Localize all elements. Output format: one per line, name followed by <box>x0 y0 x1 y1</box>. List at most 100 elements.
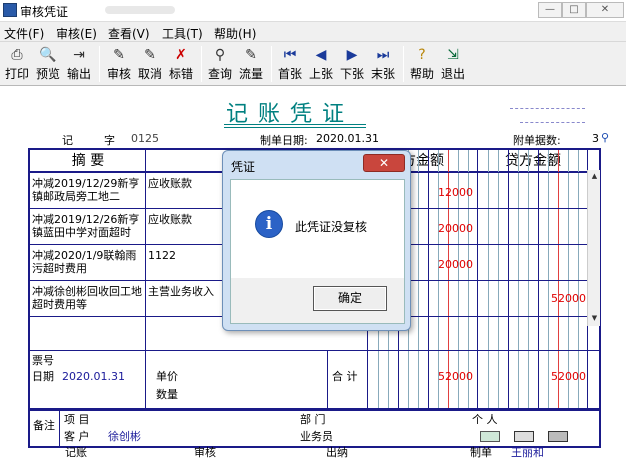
menu-tools[interactable]: 工具(T) <box>162 25 203 42</box>
ticket-label: 票号 <box>32 354 54 367</box>
query-button[interactable]: ⚲ 查询 <box>205 45 235 83</box>
dashed-line <box>520 122 585 123</box>
row-4-credit[interactable]: 52000 <box>551 292 586 305</box>
title-underline <box>224 127 366 128</box>
dialog-title: 凭证 <box>231 160 256 174</box>
row-2-summary[interactable]: 冲减2019/12/26新亨镇蓝田中学对面超时 <box>32 213 144 239</box>
dashed-line <box>510 108 585 109</box>
row-1-summary[interactable]: 冲减2019/12/29新亨镇邮政局旁工地二 <box>32 177 144 203</box>
row-3-debit[interactable]: 20000 <box>438 258 473 271</box>
row-3-summary[interactable]: 冲减2020/1/9联翰雨污超时费用 <box>32 249 144 275</box>
total-divider <box>327 350 328 408</box>
dialog-button-bar: 确定 <box>231 278 404 323</box>
dialog-body: i 此凭证没复核 确定 <box>230 179 405 324</box>
row-2-debit[interactable]: 20000 <box>438 222 473 235</box>
blurred-title-region <box>105 6 175 14</box>
menu-audit[interactable]: 审核(E) <box>56 25 97 42</box>
dept-label: 部 门 <box>300 413 326 426</box>
remark-label: 备注 <box>33 419 55 432</box>
row-divider <box>30 350 599 351</box>
toolbar-separator <box>99 46 100 82</box>
quantity-label: 数量 <box>156 388 178 401</box>
scroll-down-arrow-icon[interactable]: ▼ <box>589 313 600 324</box>
toolbar-separator <box>403 46 404 82</box>
row-2-account[interactable]: 应收账款 <box>148 213 192 226</box>
title-bar: 审核凭证 — □ ✕ <box>0 0 626 22</box>
print-button[interactable]: ⎙ 打印 <box>2 45 32 83</box>
help-button[interactable]: ? 帮助 <box>407 45 437 83</box>
grid-scrollbar[interactable]: ▲ ▼ <box>587 170 600 326</box>
attach-label: 附单据数: <box>513 134 561 147</box>
remark-section: 备注 项 目 客 户 徐创彬 部 门 业务员 个 人 <box>28 410 601 448</box>
customer-label: 客 户 <box>64 430 90 443</box>
voucher-char-label: 字 <box>104 134 115 147</box>
pen-document-icon: ✎ <box>245 47 257 63</box>
error-mark-icon: ✗ <box>175 47 187 63</box>
project-label: 项 目 <box>64 413 90 426</box>
first-arrow-icon: ⏮ <box>283 47 297 63</box>
row-1-debit[interactable]: 12000 <box>438 186 473 199</box>
info-icon: i <box>255 210 283 238</box>
audit-button[interactable]: ✎ 审核 <box>104 45 134 83</box>
unit-price-label: 单价 <box>156 370 178 383</box>
mark-error-button[interactable]: ✗ 标错 <box>166 45 196 83</box>
calculator-icon[interactable] <box>514 431 534 442</box>
binoculars-icon: ⚲ <box>214 47 226 63</box>
toolbar-separator <box>271 46 272 82</box>
scroll-up-arrow-icon[interactable]: ▲ <box>589 171 600 182</box>
row-3-account[interactable]: 1122 <box>148 249 176 262</box>
dialog-close-button[interactable]: ✕ <box>363 154 405 172</box>
exit-button[interactable]: ⇲ 退出 <box>438 45 468 83</box>
printer-icon: ⎙ <box>11 47 23 63</box>
minimize-button[interactable]: — <box>538 2 562 18</box>
menu-file[interactable]: 文件(F) <box>4 25 44 42</box>
bookkeeper-label: 记账 <box>65 446 87 459</box>
total-credit: 52000 <box>551 370 586 383</box>
pen-document-icon: ✎ <box>144 47 156 63</box>
maximize-button[interactable]: □ <box>562 2 586 18</box>
preview-button[interactable]: 🔍 预览 <box>33 45 63 83</box>
voucher-number[interactable]: 0125 <box>131 132 159 145</box>
first-voucher-button[interactable]: ⏮ 首张 <box>275 45 305 83</box>
last-voucher-button[interactable]: ⏭ 末张 <box>368 45 398 83</box>
ok-button[interactable]: 确定 <box>313 286 387 311</box>
ticket-date-label: 日期 <box>32 370 54 383</box>
search-attachment-icon[interactable]: ⚲ <box>601 131 609 144</box>
row-1-account[interactable]: 应收账款 <box>148 177 192 190</box>
maker-label: 制单 <box>470 446 492 459</box>
total-label: 合 计 <box>332 370 358 383</box>
export-button[interactable]: ⇥ 输出 <box>64 45 94 83</box>
remark-divider <box>59 411 60 446</box>
row-4-summary[interactable]: 冲减徐创彬回收回工地超时费用等 <box>32 285 144 311</box>
image-icon[interactable] <box>548 431 568 442</box>
voucher-dialog: 凭证 ✕ i 此凭证没复核 确定 <box>222 150 411 331</box>
menu-view[interactable]: 查看(V) <box>108 25 150 42</box>
ticket-date[interactable]: 2020.01.31 <box>62 370 125 383</box>
dialog-message: 此凭证没复核 <box>295 220 368 234</box>
salesman-label: 业务员 <box>300 430 333 443</box>
maker-value: 王丽和 <box>511 446 544 459</box>
total-debit: 52000 <box>438 370 473 383</box>
summary-header: 摘 要 <box>30 150 146 172</box>
column-divider <box>145 150 146 408</box>
title-underline <box>224 124 366 125</box>
auditor-label: 审核 <box>194 446 216 459</box>
cancel-audit-button[interactable]: ✎ 取消 <box>135 45 165 83</box>
cashier-label: 出纳 <box>326 446 348 459</box>
last-arrow-icon: ⏭ <box>376 47 390 63</box>
question-icon: ? <box>418 47 426 63</box>
row-4-account[interactable]: 主营业务收入 <box>148 285 214 298</box>
flow-button[interactable]: ✎ 流量 <box>236 45 266 83</box>
next-voucher-button[interactable]: ▶ 下张 <box>337 45 367 83</box>
export-icon: ⇥ <box>73 47 85 63</box>
window-close-button[interactable]: ✕ <box>586 2 624 18</box>
left-arrow-icon: ◀ <box>315 47 327 63</box>
menu-help[interactable]: 帮助(H) <box>214 25 256 42</box>
customer-value[interactable]: 徐创彬 <box>108 430 141 443</box>
voucher-date[interactable]: 2020.01.31 <box>316 132 379 145</box>
attach-count[interactable]: 3 <box>592 132 599 145</box>
magnifier-icon: 🔍 <box>39 47 57 63</box>
pen-document-icon: ✎ <box>113 47 125 63</box>
prev-voucher-button[interactable]: ◀ 上张 <box>306 45 336 83</box>
ledger-icon[interactable] <box>480 431 500 442</box>
